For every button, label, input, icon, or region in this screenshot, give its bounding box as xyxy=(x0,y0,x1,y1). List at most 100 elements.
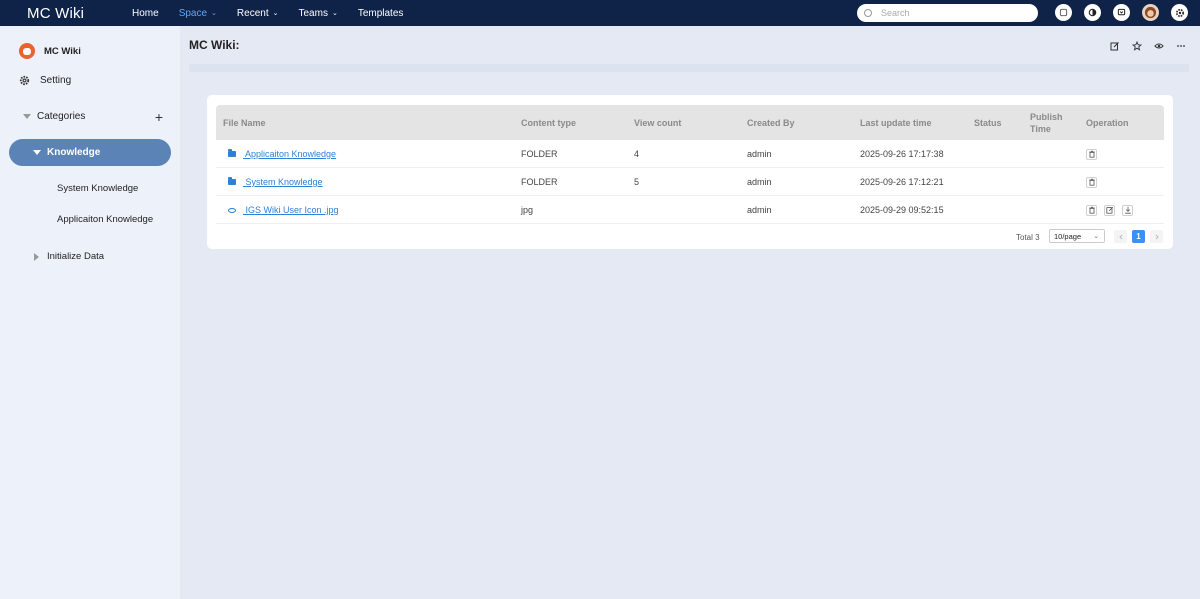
categories-header[interactable]: Categories + xyxy=(23,109,163,125)
space-logo-icon xyxy=(19,43,35,59)
page-size-value: 10/page xyxy=(1054,231,1082,241)
sidebar-item-setting-label: Setting xyxy=(40,75,72,86)
app-brand[interactable]: MC Wiki xyxy=(0,5,122,22)
nav-recent-label: Recent xyxy=(236,7,269,19)
help-icon[interactable] xyxy=(1055,4,1072,21)
folder-icon xyxy=(228,177,236,185)
file-link[interactable]: Applicaiton Knowledge xyxy=(243,149,336,159)
prev-page-button[interactable] xyxy=(1114,230,1127,243)
top-navbar: MC Wiki Home Space ⌄ Recent ⌄ Teams ⌄ Templ… xyxy=(0,0,1200,26)
last-update-cell: 2025-09-26 17:12:21 xyxy=(860,177,944,187)
space-name: MC Wiki xyxy=(44,45,81,57)
content-type-cell: jpg xyxy=(521,205,534,215)
nav-templates-label: Templates xyxy=(357,7,404,19)
sidebar-item-label: Applicaiton Knowledge xyxy=(57,214,154,225)
sidebar-item-system-knowledge[interactable]: System Knowledge xyxy=(57,183,138,194)
file-link[interactable]: System Knowledge xyxy=(243,177,323,187)
chevron-down-icon: ⌄ xyxy=(1093,233,1099,240)
nav-home[interactable]: Home xyxy=(122,0,169,26)
operation-cell xyxy=(1086,196,1140,224)
col-last-update: Last update time xyxy=(860,117,932,128)
file-table-card: File Name Content type View count Create… xyxy=(207,95,1173,249)
table-row: System Knowledge FOLDER 5 admin 2025-09-… xyxy=(216,168,1164,196)
nav-recent[interactable]: Recent ⌄ xyxy=(227,0,289,26)
content-strip xyxy=(189,64,1189,72)
eye-icon xyxy=(228,207,236,213)
pagination-total: Total 3 xyxy=(1016,233,1040,242)
sidebar-item-label: Initialize Data xyxy=(47,251,105,262)
file-link[interactable]: IGS Wiki User Icon .jpg xyxy=(243,205,339,215)
nav-space-label: Space xyxy=(178,7,208,19)
edit-icon[interactable] xyxy=(1104,204,1115,216)
delete-icon[interactable] xyxy=(1086,148,1097,160)
nav-teams[interactable]: Teams ⌄ xyxy=(288,0,347,26)
search-input[interactable] xyxy=(881,8,1021,18)
search-icon xyxy=(864,9,872,17)
col-created-by: Created By xyxy=(747,117,795,128)
table-row: IGS Wiki User Icon .jpg jpg admin 2025-0… xyxy=(216,196,1164,224)
col-operation: Operation xyxy=(1086,117,1129,128)
view-count-cell: 5 xyxy=(634,177,640,187)
chevron-down-icon: ⌄ xyxy=(272,10,279,17)
sidebar-item-knowledge[interactable]: Knowledge xyxy=(9,139,171,166)
notification-icon[interactable] xyxy=(1113,4,1130,21)
sidebar-item-setting[interactable]: Setting xyxy=(19,75,71,86)
nav-space[interactable]: Space ⌄ xyxy=(169,0,227,26)
chevron-down-icon: ⌄ xyxy=(211,10,217,17)
file-name-cell: Applicaiton Knowledge xyxy=(228,140,336,168)
nav-templates[interactable]: Templates xyxy=(348,0,414,26)
col-file-name: File Name xyxy=(223,117,266,128)
sidebar-item-applicaiton-knowledge[interactable]: Applicaiton Knowledge xyxy=(57,214,153,225)
nav-teams-label: Teams xyxy=(298,7,328,19)
content-type-cell: FOLDER xyxy=(521,149,558,159)
theme-icon[interactable] xyxy=(1084,4,1101,21)
sidebar-item-knowledge-label: Knowledge xyxy=(47,147,101,158)
created-by-cell: admin xyxy=(747,149,772,159)
edit-icon[interactable] xyxy=(1110,41,1120,51)
search-box[interactable] xyxy=(857,4,1038,22)
star-icon[interactable] xyxy=(1132,41,1142,51)
settings-icon[interactable] xyxy=(1171,4,1188,21)
caret-down-icon xyxy=(23,114,31,119)
sidebar: MC Wiki Setting Categories + Knowledge S… xyxy=(0,26,180,599)
main-nav: Home Space ⌄ Recent ⌄ Teams ⌄ Templates xyxy=(122,0,413,26)
created-by-cell: admin xyxy=(747,205,772,215)
content-type-cell: FOLDER xyxy=(521,177,558,187)
col-status: Status xyxy=(974,117,1002,128)
col-content-type: Content type xyxy=(521,117,576,128)
created-by-cell: admin xyxy=(747,177,772,187)
file-name-cell: System Knowledge xyxy=(228,168,323,196)
view-count-cell: 4 xyxy=(634,149,640,159)
delete-icon[interactable] xyxy=(1086,204,1097,216)
nav-home-label: Home xyxy=(132,7,159,19)
categories-label: Categories xyxy=(37,111,86,122)
next-page-button[interactable] xyxy=(1150,230,1163,243)
gear-icon xyxy=(19,75,30,86)
space-header[interactable]: MC Wiki xyxy=(19,43,81,59)
page-number-button[interactable]: 1 xyxy=(1132,230,1145,243)
last-update-cell: 2025-09-26 17:17:38 xyxy=(860,149,944,159)
delete-icon[interactable] xyxy=(1086,176,1097,188)
caret-down-icon xyxy=(33,150,41,155)
table-row: Applicaiton Knowledge FOLDER 4 admin 202… xyxy=(216,140,1164,168)
pagination: Total 3 10/page ⌄ 1 xyxy=(207,229,1173,247)
eye-icon[interactable] xyxy=(1154,41,1164,51)
last-update-cell: 2025-09-29 09:52:15 xyxy=(860,205,944,215)
sidebar-item-label: System Knowledge xyxy=(57,183,139,194)
folder-icon xyxy=(228,149,236,157)
topbar-icons xyxy=(1055,4,1200,21)
more-icon[interactable] xyxy=(1176,41,1186,51)
sidebar-item-initialize-data[interactable]: Initialize Data xyxy=(34,251,104,262)
page-actions xyxy=(1098,41,1186,51)
page-size-select[interactable]: 10/page ⌄ xyxy=(1049,229,1105,243)
operation-cell xyxy=(1086,168,1104,196)
chevron-down-icon: ⌄ xyxy=(331,10,338,17)
col-publish-time: Publish Time xyxy=(1030,111,1063,134)
file-name-cell: IGS Wiki User Icon .jpg xyxy=(228,196,339,224)
add-category-button[interactable]: + xyxy=(155,109,163,125)
operation-cell xyxy=(1086,140,1104,168)
avatar[interactable] xyxy=(1142,4,1159,21)
table-header: File Name Content type View count Create… xyxy=(216,105,1164,140)
download-icon[interactable] xyxy=(1122,204,1133,216)
page-title: MC Wiki: xyxy=(189,38,240,52)
